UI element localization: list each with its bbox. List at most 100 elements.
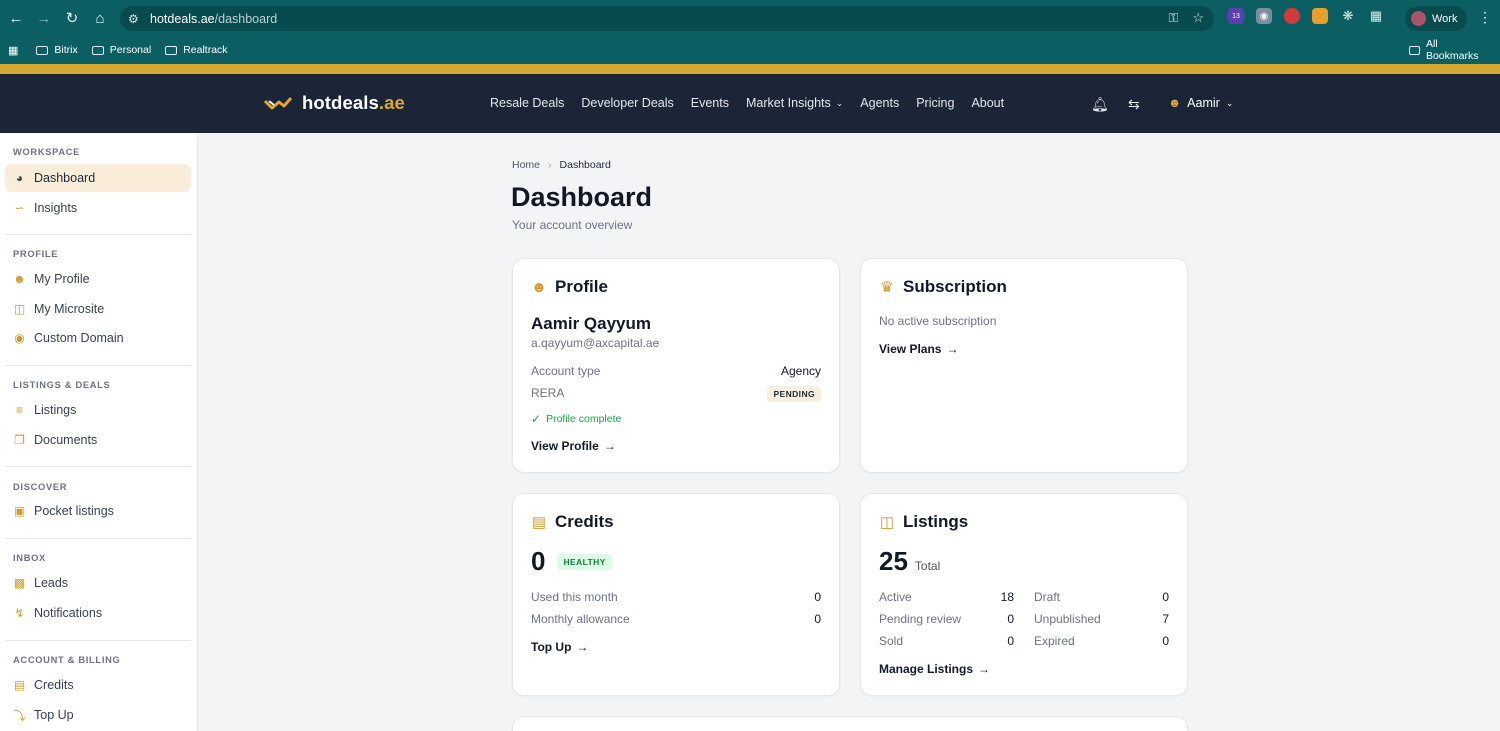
- user-icon: ☻: [13, 272, 26, 286]
- link-label: Manage Listings: [879, 662, 974, 676]
- next-card: [512, 716, 1188, 731]
- view-plans-link[interactable]: View Plans →: [879, 342, 958, 356]
- sidebar-item-pocket-listings[interactable]: ▣ Pocket listings: [5, 497, 191, 525]
- row-label: Used this month: [531, 590, 618, 604]
- forward-icon[interactable]: →: [30, 4, 58, 32]
- sidebar-item-label: Top Up: [34, 708, 74, 722]
- bookmark-bitrix[interactable]: Bitrix: [36, 44, 78, 56]
- sidebar-item-label: Listings: [34, 403, 77, 417]
- site-header: hotdeals.ae Resale Deals Developer Deals…: [0, 74, 1500, 133]
- bell-icon[interactable]: 🔔︎: [1091, 96, 1109, 113]
- top-up-link[interactable]: Top Up →: [531, 640, 588, 654]
- reload-icon[interactable]: ↻: [58, 4, 86, 32]
- box-extension-icon[interactable]: [1312, 8, 1328, 24]
- sidebar-item-listings[interactable]: ≡ Listings: [5, 396, 191, 424]
- used-row: Used this month 0: [531, 590, 821, 604]
- home-icon[interactable]: ⌂: [86, 4, 114, 32]
- sidebar-item-notifications[interactable]: ↯ Notifications: [5, 599, 191, 627]
- wallet-icon: ▤: [13, 678, 26, 692]
- user-menu[interactable]: ☻ Aamir ⌄: [1168, 96, 1233, 110]
- all-bookmarks[interactable]: All Bookmarks: [1409, 38, 1486, 62]
- chevron-down-icon: ⌄: [835, 97, 844, 108]
- folder-icon: [91, 45, 104, 55]
- nav-developer-deals[interactable]: Developer Deals: [581, 96, 673, 110]
- url-text: hotdeals.ae/dashboard: [150, 12, 277, 26]
- bookmark-personal[interactable]: Personal: [91, 44, 151, 56]
- section-title-profile: PROFILE: [13, 249, 59, 259]
- breadcrumb: Home › Dashboard: [512, 159, 611, 171]
- row-value: 0: [1162, 590, 1169, 604]
- listings-total-row: 25 Total: [879, 546, 940, 577]
- extension-icon[interactable]: 13: [1228, 8, 1244, 24]
- bookmark-realtrack[interactable]: Realtrack: [165, 44, 228, 56]
- nav-agents[interactable]: Agents: [860, 96, 899, 110]
- arrow-right-icon: →: [603, 439, 616, 453]
- sidebar-item-top-up[interactable]: ⤵ Top Up: [5, 701, 191, 729]
- pokeball-extension-icon[interactable]: [1284, 8, 1300, 24]
- sidebar-item-credits[interactable]: ▤ Credits: [5, 671, 191, 699]
- sidebar-item-documents[interactable]: ❐ Documents: [5, 426, 191, 454]
- sidebar-divider: [5, 234, 191, 235]
- sidebar-item-custom-domain[interactable]: ◉ Custom Domain: [5, 324, 191, 352]
- shield-extension-icon[interactable]: ◉: [1256, 8, 1272, 24]
- sidebar-item-my-profile[interactable]: ☻ My Profile: [5, 265, 191, 293]
- nav-events[interactable]: Events: [691, 96, 729, 110]
- puzzle-extensions-icon[interactable]: ▦: [1368, 8, 1384, 24]
- folder-icon: [165, 45, 178, 55]
- section-title-account: ACCOUNT & BILLING: [13, 655, 121, 665]
- nav-pricing[interactable]: Pricing: [916, 96, 954, 110]
- back-icon[interactable]: ←: [2, 4, 30, 32]
- settings-extension-icon[interactable]: ❋: [1340, 8, 1356, 24]
- sidebar-item-label: Insights: [34, 201, 78, 215]
- row-value: 0: [1007, 634, 1014, 648]
- arrow-right-icon: →: [978, 662, 991, 676]
- section-title-discover: DISCOVER: [13, 482, 68, 492]
- profile-complete-text: Profile complete: [546, 413, 622, 425]
- sold-row: Sold 0: [879, 634, 1014, 648]
- sidebar-item-label: My Profile: [34, 272, 90, 286]
- health-badge: HEALTHY: [557, 553, 612, 570]
- row-value: 18: [1000, 590, 1014, 604]
- card-title: Profile: [555, 277, 608, 296]
- credits-balance-row: 0 HEALTHY: [531, 546, 612, 577]
- sidebar-item-label: Dashboard: [34, 171, 96, 185]
- bookmark-star-icon[interactable]: ☆: [1192, 10, 1204, 26]
- section-title-inbox: INBOX: [13, 553, 46, 563]
- url-host: hotdeals.ae: [150, 11, 215, 26]
- sidebar-item-leads[interactable]: ▩ Leads: [5, 569, 191, 597]
- address-bar[interactable]: ⚙ hotdeals.ae/dashboard ⚿ ☆: [120, 6, 1214, 31]
- sidebar: WORKSPACE ◕ Dashboard ∽ Insights PROFILE ☻…: [0, 133, 198, 731]
- subscription-status: No active subscription: [879, 314, 997, 328]
- allowance-row: Monthly allowance 0: [531, 612, 821, 626]
- breadcrumb-home[interactable]: Home: [512, 159, 540, 171]
- folder-icon: [1409, 45, 1420, 55]
- sliders-icon[interactable]: ⇆: [1128, 96, 1140, 113]
- url-path: /dashboard: [214, 11, 278, 26]
- sidebar-item-my-microsite[interactable]: ◫ My Microsite: [5, 295, 191, 323]
- nav-about[interactable]: About: [971, 96, 1004, 110]
- chevron-down-icon: ⌄: [1225, 97, 1234, 108]
- sidebar-item-label: Notifications: [34, 606, 103, 620]
- password-key-icon[interactable]: ⚿: [1168, 10, 1178, 26]
- site-logo[interactable]: hotdeals.ae: [264, 92, 405, 114]
- account-type-row: Account type Agency: [531, 364, 821, 378]
- row-label: Unpublished: [1034, 612, 1101, 626]
- sidebar-item-insights[interactable]: ∽ Insights: [5, 194, 191, 222]
- nav-market-insights[interactable]: Market Insights ⌄: [746, 96, 843, 110]
- apps-grid-icon[interactable]: ▦: [8, 44, 18, 57]
- credits-balance: 0: [531, 546, 546, 576]
- listings-card: ◫ Listings 25 Total Active 18 Pending revi…: [860, 493, 1188, 696]
- chart-line-icon: ∽: [14, 201, 25, 215]
- breadcrumb-current: Dashboard: [559, 159, 611, 171]
- bookmarks-bar: ▦ Bitrix Personal Realtrack All Bookmark…: [0, 36, 1500, 64]
- site-settings-icon[interactable]: ⚙: [128, 12, 148, 26]
- profile-button[interactable]: Work: [1405, 6, 1467, 31]
- row-label: Expired: [1034, 634, 1075, 648]
- view-profile-link[interactable]: View Profile →: [531, 439, 616, 453]
- sidebar-item-dashboard[interactable]: ◕ Dashboard: [5, 164, 191, 192]
- page-subtitle: Your account overview: [512, 218, 633, 232]
- manage-listings-link[interactable]: Manage Listings →: [879, 662, 990, 676]
- row-label: Account type: [531, 364, 601, 378]
- nav-resale-deals[interactable]: Resale Deals: [490, 96, 564, 110]
- browser-menu-icon[interactable]: ⋮: [1478, 9, 1492, 26]
